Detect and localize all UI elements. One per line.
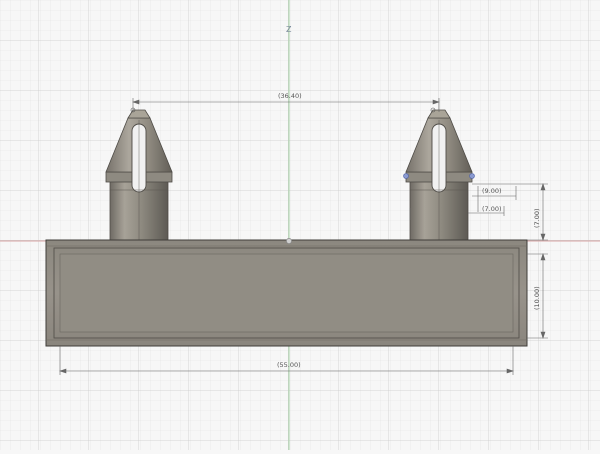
grid-major <box>0 0 600 450</box>
dim-peg-height-label: (7.00) <box>533 208 541 228</box>
dim-top-span-label: (36.40) <box>278 92 302 100</box>
dim-peg-top-width-label: (9.00) <box>482 187 502 195</box>
base-bar <box>45 239 528 347</box>
dim-overall-length-label: (55.00) <box>277 361 301 369</box>
z-axis-label: Z <box>286 25 292 34</box>
drawing-canvas[interactable]: Z (36.40) (55.00) (10.00) (7.00) (9.00) … <box>0 0 600 450</box>
origin-point <box>286 238 292 244</box>
dim-base-height-label: (10.00) <box>533 286 541 310</box>
dim-peg-shaft-width-label: (7.00) <box>482 205 502 213</box>
cad-viewport[interactable]: Z (36.40) (55.00) (10.00) (7.00) (9.00) … <box>0 0 600 450</box>
